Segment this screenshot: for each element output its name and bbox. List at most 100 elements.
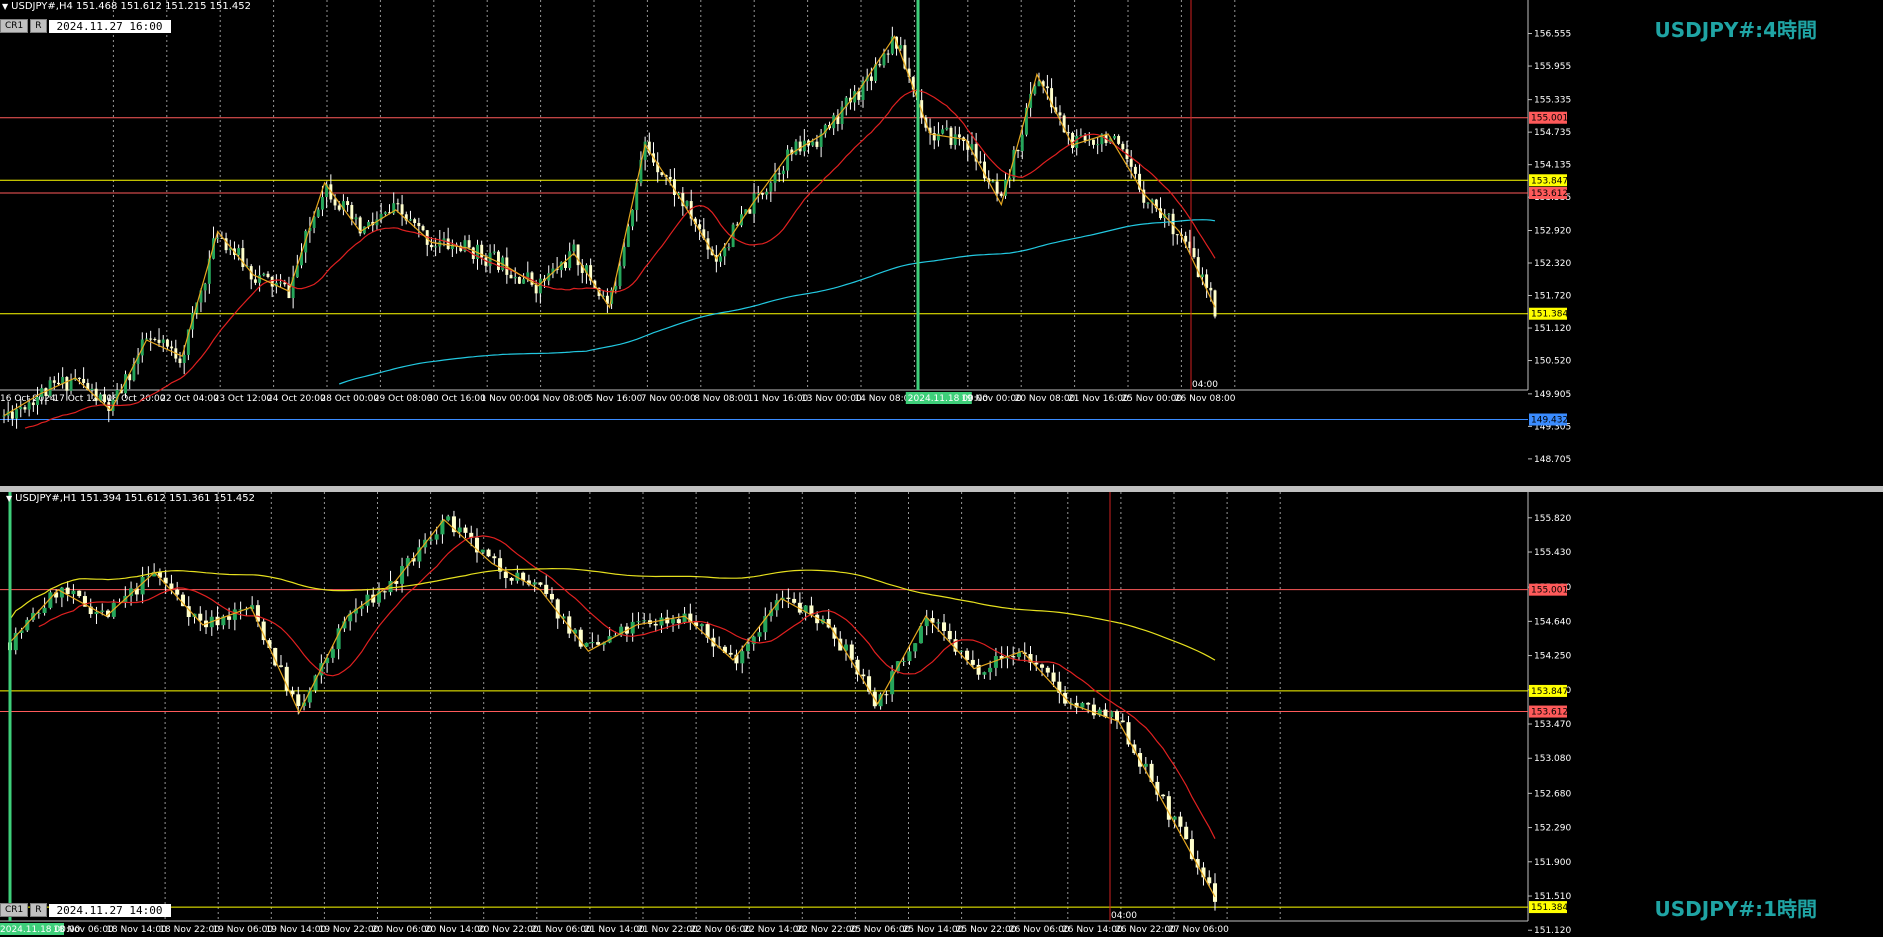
candle-body	[947, 630, 952, 640]
candle-body	[522, 279, 526, 284]
candle-body	[861, 674, 866, 677]
candle-body	[760, 193, 764, 195]
price-tick-label: 152.920	[1534, 226, 1571, 236]
candle-body	[333, 199, 337, 206]
candle-body	[1092, 139, 1095, 145]
h1-info-row: CR1 R 2024.11.27 14:00	[0, 903, 171, 917]
candle-body	[899, 45, 903, 49]
candle-body	[878, 64, 882, 66]
price-tick-label: 155.955	[1534, 62, 1571, 72]
candle-body	[153, 338, 157, 340]
candle-body	[100, 610, 105, 612]
time-tick-label: 20 Nov 22:00	[478, 925, 539, 935]
price-tick-label: 155.430	[1534, 548, 1571, 558]
candle-body	[1045, 86, 1049, 89]
time-tick-label: 18 Nov 06:00	[53, 925, 114, 935]
h4-chart-pane[interactable]: 156.555155.955155.335154.735154.135153.5…	[0, 0, 1883, 486]
candle-body	[1079, 135, 1083, 137]
candle-body	[203, 283, 207, 291]
price-tick-label: 153.080	[1534, 754, 1571, 764]
candle-body	[769, 182, 773, 192]
candle-body	[642, 620, 647, 622]
cr-tag[interactable]: CR1	[0, 19, 29, 33]
candle-body	[1112, 135, 1116, 139]
level-price-label: 151.384	[1531, 903, 1568, 913]
candle-body	[1143, 763, 1148, 767]
collapse-triangle-icon[interactable]: ▼	[6, 494, 12, 503]
candle-body	[882, 53, 886, 66]
candle-body	[354, 217, 358, 220]
candle-body	[953, 134, 957, 145]
candle-body	[1184, 235, 1188, 242]
candle-body	[626, 226, 630, 247]
candle-body	[48, 380, 52, 396]
candle-body	[284, 666, 289, 691]
candle-body	[676, 619, 681, 624]
candle-body	[396, 203, 400, 205]
candle-body	[901, 661, 906, 663]
candle-body	[1146, 202, 1150, 204]
candle-body	[429, 244, 433, 248]
r-tag[interactable]: R	[30, 903, 47, 917]
level-price-label: 151.384	[1531, 310, 1568, 320]
candle-body	[1117, 135, 1121, 144]
candle-body	[995, 181, 999, 194]
candle-body	[36, 396, 39, 406]
candle-body	[467, 240, 471, 248]
candle-body	[383, 212, 387, 214]
candle-body	[1051, 672, 1056, 682]
candle-body	[94, 611, 99, 615]
h4-chart-canvas[interactable]: 156.555155.955155.335154.735154.135153.5…	[0, 0, 1883, 486]
candle-body	[1037, 81, 1041, 87]
time-tick-label: 29 Oct 08:00	[374, 394, 433, 404]
time-tick-label: 18 Nov 14:00	[106, 925, 167, 935]
candle-body	[959, 650, 964, 652]
candle-body	[463, 527, 468, 533]
candle-body	[993, 656, 998, 668]
candle-body	[1045, 667, 1050, 673]
cr-tag[interactable]: CR1	[0, 903, 29, 917]
level-price-label: 153.847	[1531, 176, 1568, 186]
level-price-label: 155.001	[1531, 114, 1568, 124]
price-tick-label: 150.520	[1534, 357, 1571, 367]
time-tick-label: 5 Nov 16:00	[587, 394, 642, 404]
candle-body	[572, 244, 576, 252]
h1-chart-pane[interactable]: 155.820155.430155.030154.640154.250153.8…	[0, 492, 1883, 937]
candle-body	[337, 205, 341, 210]
candle-body	[544, 584, 549, 594]
candle-body	[434, 246, 438, 248]
price-tick-label: 154.135	[1534, 161, 1571, 171]
candle-body	[792, 598, 797, 603]
candle-body	[949, 127, 953, 145]
candle-body	[65, 376, 69, 391]
candle-body	[1213, 290, 1217, 317]
time-tick-label: 26 Nov 22:00	[1115, 925, 1176, 935]
candle-body	[1120, 720, 1125, 723]
time-tick-label: 7 Nov 00:00	[641, 394, 696, 404]
level-price-label: 155.001	[1531, 586, 1568, 596]
candle-body	[42, 607, 47, 614]
candle-body	[1071, 132, 1074, 149]
time-tick-label: 20 Nov 06:00	[372, 925, 433, 935]
time-tick-label: 20 Nov 08:00	[1015, 394, 1076, 404]
h1-chart-canvas[interactable]: 155.820155.430155.030154.640154.250153.8…	[0, 492, 1883, 937]
price-tick-label: 153.470	[1534, 720, 1571, 730]
candle-body	[798, 141, 802, 152]
candle-body	[991, 181, 995, 183]
candle-body	[682, 613, 687, 624]
candle-body	[253, 279, 257, 283]
collapse-triangle-icon[interactable]: ▼	[2, 2, 8, 11]
candle-body	[237, 248, 241, 256]
price-tick-label: 152.290	[1534, 824, 1571, 834]
candle-body	[15, 409, 19, 419]
candle-body	[52, 380, 56, 383]
candle-body	[765, 191, 769, 195]
price-tick-label: 149.905	[1534, 390, 1571, 400]
candle-body	[170, 346, 174, 349]
price-tick-label: 156.555	[1534, 30, 1571, 40]
candle-body	[1178, 816, 1183, 827]
candle-body	[492, 251, 496, 253]
r-tag[interactable]: R	[30, 19, 47, 33]
cursor-time-label: 04:00	[1111, 911, 1137, 921]
candle-body	[564, 262, 567, 268]
